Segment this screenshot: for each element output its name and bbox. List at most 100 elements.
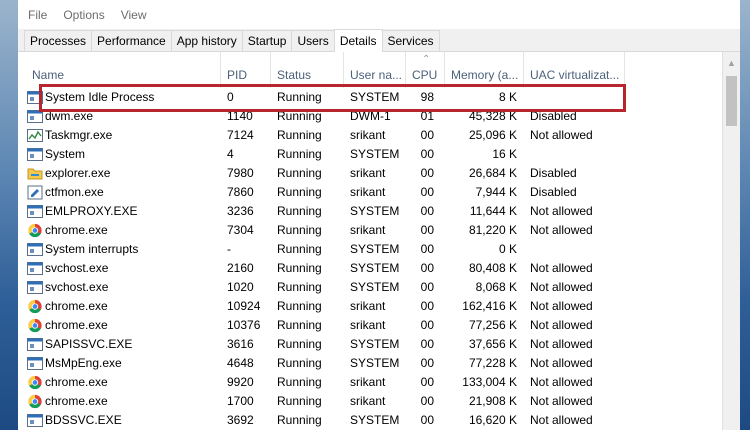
- table-row[interactable]: explorer.exe 7980 Running srikant 00 26,684 K…: [18, 164, 722, 183]
- cell-status: Running: [277, 204, 322, 218]
- cell-memory: 8 K: [498, 90, 517, 104]
- cell-memory: 0 K: [498, 242, 517, 256]
- cell-cpu: 00: [420, 299, 434, 313]
- vertical-scrollbar[interactable]: ▲: [722, 52, 740, 430]
- cell-name: ctfmon.exe: [18, 183, 221, 202]
- menu-file[interactable]: File: [28, 8, 47, 22]
- window-app-icon: [27, 204, 43, 219]
- process-name: Taskmgr.exe: [45, 128, 113, 142]
- table-row[interactable]: System 4 Running SYSTEM 00 16 K: [18, 145, 722, 164]
- cell-pid: 4648: [227, 356, 254, 370]
- menu-options[interactable]: Options: [63, 8, 104, 22]
- cell-memory: 8,068 K: [475, 280, 517, 294]
- table-row[interactable]: System interrupts - Running SYSTEM 00 0 K: [18, 240, 722, 259]
- column-header-status[interactable]: Status: [271, 52, 344, 88]
- chrome-icon: [27, 394, 43, 409]
- cell-name: chrome.exe: [18, 373, 221, 392]
- process-name: MsMpEng.exe: [45, 356, 122, 370]
- scroll-up-icon[interactable]: ▲: [723, 52, 740, 74]
- tab-services[interactable]: Services: [381, 30, 440, 51]
- table-row[interactable]: chrome.exe 10924 Running srikant 00 162,416 K…: [18, 297, 722, 316]
- table-row[interactable]: MsMpEng.exe 4648 Running SYSTEM 00 77,228 K No…: [18, 354, 722, 373]
- table-row[interactable]: chrome.exe 1700 Running srikant 00 21,908 K No…: [18, 392, 722, 411]
- table-row[interactable]: svchost.exe 1020 Running SYSTEM 00 8,068 K Not…: [18, 278, 722, 297]
- tab-startup[interactable]: Startup: [241, 30, 293, 51]
- cell-status: Running: [277, 299, 322, 313]
- cell-memory: 16,620 K: [468, 413, 517, 427]
- cell-uac: Not allowed: [530, 375, 593, 389]
- cell-user: srikant: [350, 166, 386, 180]
- cell-cpu: 00: [420, 375, 434, 389]
- cell-user: srikant: [350, 394, 386, 408]
- ctfmon-icon: [27, 185, 43, 200]
- cell-name: chrome.exe: [18, 221, 221, 240]
- desktop-background-left: [0, 0, 18, 430]
- tab-processes[interactable]: Processes: [24, 30, 93, 51]
- table-row[interactable]: chrome.exe 9920 Running srikant 00 133,004 K N…: [18, 373, 722, 392]
- cell-uac: Not allowed: [530, 413, 593, 427]
- column-header-uac-virtualization[interactable]: UAC virtualizat...: [524, 52, 625, 88]
- chrome-icon: [27, 318, 43, 333]
- process-name: svchost.exe: [45, 261, 109, 275]
- window-app-icon: [27, 413, 43, 428]
- cell-memory: 37,656 K: [468, 337, 517, 351]
- table-row[interactable]: System Idle Process 0 Running SYSTEM 98 8 K: [18, 88, 722, 107]
- cell-cpu: 00: [420, 280, 434, 294]
- table-row[interactable]: chrome.exe 7304 Running srikant 00 81,220 K No…: [18, 221, 722, 240]
- table-row[interactable]: EMLPROXY.EXE 3236 Running SYSTEM 00 11,644 K N…: [18, 202, 722, 221]
- cell-user: srikant: [350, 318, 386, 332]
- column-header-user-name[interactable]: User na...: [344, 52, 406, 88]
- scroll-thumb[interactable]: [726, 76, 737, 126]
- cell-user: DWM-1: [350, 109, 391, 123]
- cell-name: EMLPROXY.EXE: [18, 202, 221, 221]
- cell-name: System interrupts: [18, 240, 221, 259]
- menu-view[interactable]: View: [121, 8, 147, 22]
- tab-app-history[interactable]: App history: [170, 30, 243, 51]
- cell-user: srikant: [350, 299, 386, 313]
- cell-cpu: 00: [420, 242, 434, 256]
- table-row[interactable]: chrome.exe 10376 Running srikant 00 77,256 K N…: [18, 316, 722, 335]
- table-row[interactable]: BDSSVC.EXE 3692 Running SYSTEM 00 16,620 K Not…: [18, 411, 722, 430]
- table-row[interactable]: svchost.exe 2160 Running SYSTEM 00 80,408 K No…: [18, 259, 722, 278]
- cell-memory: 7,944 K: [475, 185, 517, 199]
- task-manager-icon: [27, 128, 43, 143]
- cell-uac: [530, 240, 625, 259]
- cell-user: SYSTEM: [350, 280, 400, 294]
- cell-memory: 77,256 K: [468, 318, 517, 332]
- column-header-name[interactable]: Name: [18, 52, 221, 88]
- cell-name: svchost.exe: [18, 259, 221, 278]
- cell-status: Running: [277, 280, 322, 294]
- task-manager-window: File Options View Processes Performance …: [18, 0, 740, 430]
- cell-pid: 0: [227, 90, 234, 104]
- cell-name: chrome.exe: [18, 392, 221, 411]
- cell-user: srikant: [350, 128, 386, 142]
- cell-status: Running: [277, 394, 322, 408]
- cell-cpu: 00: [420, 166, 434, 180]
- column-header-cpu[interactable]: ⌃ CPU: [406, 52, 445, 88]
- table-row[interactable]: dwm.exe 1140 Running DWM-1 01 45,328 K Disable…: [18, 107, 722, 126]
- process-name: System interrupts: [45, 242, 139, 256]
- cell-uac: Disabled: [530, 109, 577, 123]
- cell-memory: 11,644 K: [469, 204, 517, 218]
- cell-cpu: 00: [420, 413, 434, 427]
- cell-pid: 9920: [227, 375, 254, 389]
- cell-pid: 4: [227, 147, 234, 161]
- cell-name: Taskmgr.exe: [18, 126, 221, 145]
- column-header-memory[interactable]: Memory (a...: [445, 52, 524, 88]
- desktop-background-right: [740, 0, 750, 430]
- cell-user: srikant: [350, 223, 386, 237]
- cell-cpu: 00: [420, 185, 434, 199]
- table-row[interactable]: ctfmon.exe 7860 Running srikant 00 7,944 K Dis…: [18, 183, 722, 202]
- tab-details[interactable]: Details: [333, 29, 383, 52]
- process-name: dwm.exe: [45, 109, 94, 123]
- process-name: chrome.exe: [45, 299, 108, 313]
- column-header-pid[interactable]: PID: [221, 52, 271, 88]
- cell-cpu: 00: [420, 337, 434, 351]
- tab-users[interactable]: Users: [291, 30, 335, 51]
- cell-status: Running: [277, 356, 322, 370]
- process-name: explorer.exe: [45, 166, 111, 180]
- window-app-icon: [27, 242, 43, 257]
- table-row[interactable]: Taskmgr.exe 7124 Running srikant 00 25,096 K N…: [18, 126, 722, 145]
- tab-performance[interactable]: Performance: [91, 30, 172, 51]
- table-row[interactable]: SAPISSVC.EXE 3616 Running SYSTEM 00 37,656 K N…: [18, 335, 722, 354]
